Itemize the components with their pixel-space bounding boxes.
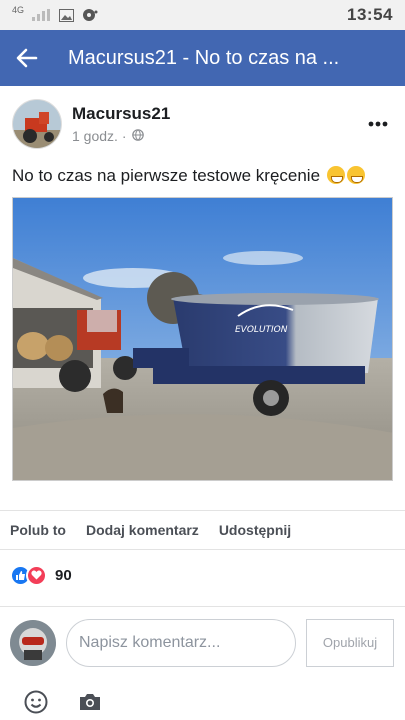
more-options-icon[interactable] — [363, 109, 393, 139]
composer-tools — [22, 688, 104, 716]
post-header: Macursus21 1 godz. · — [12, 96, 393, 152]
gallery-icon — [58, 8, 74, 22]
reactions-summary[interactable]: 90 — [10, 562, 72, 588]
grinning-emoji-icon — [326, 166, 345, 184]
page-title: Macursus21 - No to czas na ... — [68, 46, 340, 69]
photo-brand-label: EVOLUTION — [235, 325, 288, 335]
grinning-emoji-icon — [346, 166, 365, 184]
post-meta: Macursus21 1 godz. · — [72, 104, 170, 144]
app-bar: Macursus21 - No to czas na ... — [0, 30, 405, 86]
camera-icon[interactable] — [76, 688, 104, 716]
status-bar: 4G 13:54 — [0, 0, 405, 30]
public-globe-icon — [132, 128, 145, 144]
network-type: 4G — [12, 5, 25, 15]
messenger-notification-icon — [82, 8, 98, 22]
like-button[interactable]: Polub to — [10, 522, 66, 538]
signal-icon — [32, 9, 51, 21]
back-arrow-icon[interactable] — [0, 30, 54, 86]
publish-button[interactable]: Opublikuj — [306, 618, 394, 667]
comment-button[interactable]: Dodaj komentarz — [86, 522, 199, 538]
post-actions: Polub to Dodaj komentarz Udostępnij — [0, 510, 405, 550]
screen: 4G 13:54 Macursus21 - No to czas na ... — [0, 0, 405, 720]
love-reaction-icon — [26, 564, 47, 586]
current-user-avatar — [10, 619, 56, 666]
post-photo-illustration: EVOLUTION — [13, 198, 392, 480]
comment-composer: Napisz komentarz... Opublikuj — [0, 606, 405, 678]
reaction-count: 90 — [55, 566, 72, 584]
status-time: 13:54 — [347, 5, 393, 24]
status-left: 4G — [12, 5, 98, 22]
post-text-content: No to czas na pierwsze testowe kręcenie — [12, 166, 321, 185]
author-avatar[interactable] — [12, 99, 62, 149]
emoji-icon[interactable] — [22, 688, 50, 716]
post-time-label: 1 godz. · — [72, 128, 127, 144]
post-text: No to czas na pierwsze testowe kręcenie — [12, 166, 393, 186]
author-name[interactable]: Macursus21 — [72, 104, 170, 124]
post-photo[interactable]: EVOLUTION — [12, 197, 393, 481]
post-time: 1 godz. · — [72, 128, 170, 144]
comment-input[interactable]: Napisz komentarz... — [66, 618, 296, 667]
share-button[interactable]: Udostępnij — [219, 522, 291, 538]
